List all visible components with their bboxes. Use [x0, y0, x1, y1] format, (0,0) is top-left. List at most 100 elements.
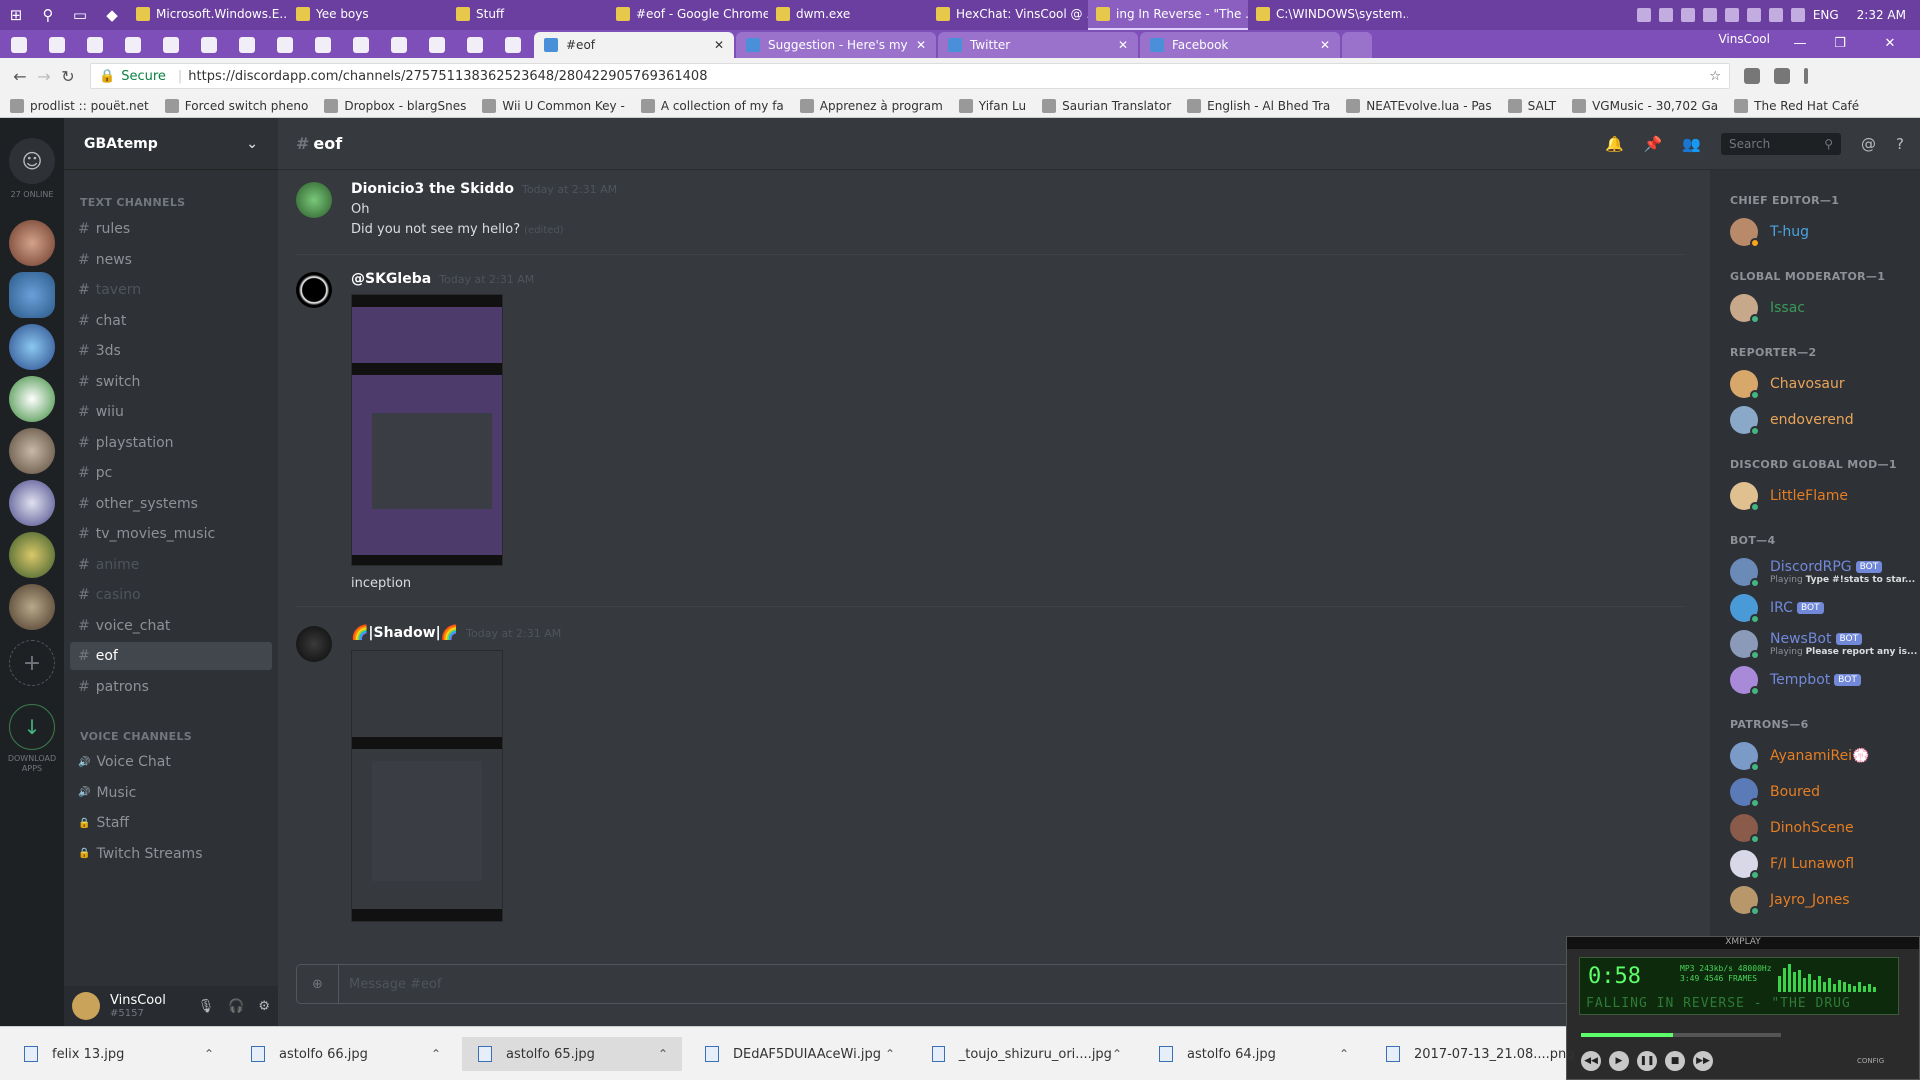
xmplay-title[interactable]: XMPLAY	[1567, 937, 1919, 949]
chrome-tab[interactable]: Facebook ✕	[1140, 32, 1340, 58]
upload-icon[interactable]: ⊕	[297, 965, 339, 1003]
member-item[interactable]: Chavosaur	[1730, 370, 1845, 400]
member-item[interactable]: IRC BOT	[1730, 594, 1824, 624]
download-item[interactable]: astolfo 66.jpg ⌃	[235, 1037, 455, 1071]
channel-item[interactable]: # wiiu	[70, 398, 272, 426]
address-bar[interactable]: 🔒 Secure | https://discordapp.com/channe…	[90, 63, 1730, 89]
pin-icon[interactable]: 📌	[1644, 135, 1663, 153]
server-icon[interactable]	[9, 324, 55, 370]
server-icon[interactable]	[9, 376, 55, 422]
language-indicator[interactable]: ENG	[1813, 8, 1839, 22]
message-author[interactable]: Dionicio3 the Skiddo Today at 2:31 AM	[351, 181, 617, 197]
download-item[interactable]: astolfo 65.jpg ⌃	[462, 1037, 682, 1071]
member-item[interactable]: Tempbot BOT	[1730, 666, 1861, 696]
member-item[interactable]: endoverend	[1730, 406, 1854, 436]
channel-item[interactable]: # playstation	[70, 429, 272, 457]
chrome-menu-icon[interactable]	[1804, 68, 1808, 84]
pinned-tab[interactable]	[494, 32, 532, 58]
text-channels-header[interactable]: TEXT CHANNELS	[80, 196, 185, 209]
microphone-icon[interactable]: 🎙	[198, 999, 215, 1014]
voice-channel-item[interactable]: 🔒 Staff	[70, 809, 272, 837]
seek-bar[interactable]	[1581, 1033, 1781, 1037]
server-icon[interactable]	[9, 584, 55, 630]
bluetooth-icon[interactable]	[1724, 8, 1739, 22]
taskbar-app[interactable]: Microsoft.Windows.E...	[128, 0, 288, 30]
message-author[interactable]: @SKGleba Today at 2:31 AM	[351, 271, 534, 287]
avatar[interactable]	[296, 626, 332, 662]
bookmark-item[interactable]: Saurian Translator	[1042, 98, 1171, 113]
pinned-tab[interactable]	[76, 32, 114, 58]
member-item[interactable]: NewsBot BOT Playing Please report any is..…	[1730, 630, 1917, 660]
bookmark-item[interactable]: NEATEvolve.lua - Pas	[1346, 98, 1492, 113]
download-icon[interactable]: ↓	[9, 704, 55, 750]
chevron-up-icon[interactable]: ⌃	[658, 1047, 668, 1061]
author-name[interactable]: Dionicio3 the Skiddo	[351, 181, 514, 197]
member-item[interactable]: F/I Lunawofl	[1730, 850, 1854, 880]
download-item[interactable]: _toujo_shizuru_ori....jpg ⌃	[916, 1037, 1136, 1071]
member-item[interactable]: DinohScene	[1730, 814, 1854, 844]
member-item[interactable]: Issac	[1730, 294, 1805, 324]
play-icon[interactable]: ▶	[1609, 1051, 1629, 1071]
extension-icon[interactable]	[1774, 68, 1790, 84]
close-window-button[interactable]: ✕	[1860, 30, 1920, 56]
search-icon[interactable]: ⚲	[32, 0, 64, 30]
avatar[interactable]	[296, 182, 332, 218]
back-icon[interactable]: ←	[8, 67, 32, 86]
task-view-icon[interactable]: ▭	[64, 0, 96, 30]
download-item[interactable]: DEdAF5DUIAAceWi.jpg ⌃	[689, 1037, 909, 1071]
pinned-tab[interactable]	[152, 32, 190, 58]
pinned-tab[interactable]	[0, 32, 38, 58]
taskbar-app[interactable]: Yee boys	[288, 0, 448, 30]
pause-icon[interactable]: ❚❚	[1637, 1051, 1657, 1071]
bookmark-item[interactable]: Forced switch pheno	[164, 98, 308, 113]
close-tab-icon[interactable]: ✕	[714, 38, 724, 52]
tray-icon[interactable]	[1702, 8, 1717, 22]
channel-item[interactable]: # chat	[70, 307, 272, 335]
channel-item[interactable]: # eof	[70, 642, 272, 670]
new-tab-button[interactable]	[1342, 32, 1372, 58]
config-label[interactable]: CONFIG	[1857, 1057, 1884, 1065]
image-attachment[interactable]	[351, 650, 503, 922]
reload-icon[interactable]: ↻	[56, 67, 80, 86]
bookmark-item[interactable]: VGMusic - 30,702 Ga	[1572, 98, 1718, 113]
mention-icon[interactable]: @	[1861, 135, 1876, 153]
download-item[interactable]: 2017-07-13_21.08....png	[1370, 1037, 1590, 1071]
server-header[interactable]: GBAtemp ⌄	[64, 118, 278, 170]
taskbar-app[interactable]: ing In Reverse - "The ...	[1088, 0, 1248, 30]
pinned-tab[interactable]	[380, 32, 418, 58]
app-icon[interactable]: ◆	[96, 0, 128, 30]
voice-channel-item[interactable]: 🔊 Voice Chat	[70, 748, 272, 776]
author-name[interactable]: 🌈|Shadow|🌈	[351, 625, 458, 641]
chrome-tab[interactable]: Twitter ✕	[938, 32, 1138, 58]
close-tab-icon[interactable]: ✕	[1118, 38, 1128, 52]
chevron-up-icon[interactable]: ⌃	[431, 1047, 441, 1061]
download-item[interactable]: astolfo 64.jpg ⌃	[1143, 1037, 1363, 1071]
bell-icon[interactable]: 🔔	[1605, 135, 1624, 153]
server-icon[interactable]	[9, 532, 55, 578]
message-input[interactable]	[339, 976, 1239, 992]
download-item[interactable]: felix 13.jpg ⌃	[8, 1037, 228, 1071]
channel-item[interactable]: # anime	[70, 551, 272, 579]
channel-item[interactable]: # news	[70, 246, 272, 274]
chrome-tab[interactable]: #eof ✕	[534, 32, 734, 58]
tray-icon[interactable]	[1680, 8, 1695, 22]
author-name[interactable]: @SKGleba	[351, 271, 431, 287]
network-icon[interactable]	[1768, 8, 1783, 22]
add-server-icon[interactable]: +	[9, 640, 55, 686]
pinned-tab[interactable]	[228, 32, 266, 58]
chevron-up-icon[interactable]: ⌃	[885, 1047, 895, 1061]
close-tab-icon[interactable]: ✕	[916, 38, 926, 52]
taskbar-app[interactable]: Stuff	[448, 0, 608, 30]
forward-icon[interactable]: →	[32, 67, 56, 86]
voice-channel-item[interactable]: 🔒 Twitch Streams	[70, 840, 272, 868]
chrome-tab[interactable]: Suggestion - Here's my i ✕	[736, 32, 936, 58]
avatar[interactable]	[72, 992, 100, 1020]
taskbar-app[interactable]: #eof - Google Chrome	[608, 0, 768, 30]
headphones-icon[interactable]: 🎧	[228, 999, 244, 1014]
next-icon[interactable]: ▶▶	[1693, 1051, 1713, 1071]
voice-channels-header[interactable]: VOICE CHANNELS	[80, 730, 192, 743]
chevron-up-icon[interactable]: ⌃	[1112, 1047, 1122, 1061]
bookmark-item[interactable]: SALT	[1507, 98, 1556, 113]
chrome-profile-name[interactable]: VinsCool	[1718, 32, 1770, 46]
member-item[interactable]: LittleFlame	[1730, 482, 1848, 512]
